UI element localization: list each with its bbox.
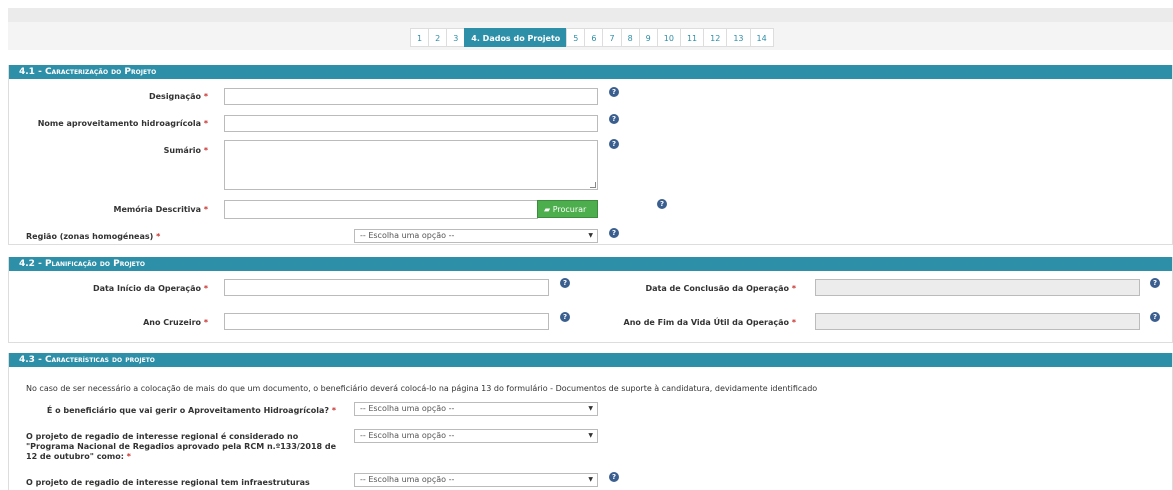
data-inicio-input[interactable]	[224, 279, 549, 296]
memoria-descritiva-input[interactable]	[224, 200, 538, 219]
sumario-label: Sumário *	[163, 146, 208, 155]
pager-step-12[interactable]: 12	[703, 28, 728, 47]
pager-step-13[interactable]: 13	[726, 28, 751, 47]
section-caracteristicas: 4.3 - Características do projeto	[8, 353, 1173, 490]
designacao-label: Designação *	[148, 92, 208, 101]
chevron-down-icon: ▼	[588, 232, 593, 239]
nome-aproveitamento-label: Nome aproveitamento hidroagrícola *	[37, 119, 208, 128]
data-conclusao-input[interactable]	[815, 279, 1140, 296]
designacao-input[interactable]	[224, 88, 598, 105]
help-icon[interactable]: ?	[1150, 312, 1160, 322]
ano-cruzeiro-label: Ano Cruzeiro *	[143, 318, 208, 327]
pager-step-7[interactable]: 7	[602, 28, 622, 47]
chevron-down-icon: ▼	[588, 432, 593, 439]
pager-step-4-active[interactable]: 4. Dados do Projeto	[464, 28, 568, 47]
pager-step-9[interactable]: 9	[638, 28, 658, 47]
section-title: 4.2 - Planificação do Projeto	[9, 257, 1172, 271]
pager-step-1[interactable]: 1	[410, 28, 430, 47]
regiao-select[interactable]: -- Escolha uma opção -- ▼	[354, 229, 598, 243]
procurar-button[interactable]: ▰ Procurar	[537, 200, 598, 218]
ano-fim-vida-input[interactable]	[815, 313, 1140, 330]
chevron-down-icon: ▼	[588, 476, 593, 483]
ano-fim-vida-label: Ano de Fim da Vida Útil da Operação *	[623, 318, 796, 327]
infraestruturas-select[interactable]: -- Escolha uma opção -- ▼	[354, 473, 598, 487]
programa-regadios-select[interactable]: -- Escolha uma opção -- ▼	[354, 429, 598, 443]
pager-step-2[interactable]: 2	[428, 28, 448, 47]
section-title: 4.3 - Características do projeto	[9, 353, 1172, 367]
sumario-textarea[interactable]	[224, 140, 598, 190]
help-icon[interactable]: ?	[560, 312, 570, 322]
data-conclusao-label: Data de Conclusão da Operação *	[645, 284, 797, 293]
chevron-down-icon: ▼	[588, 405, 593, 412]
step-pager: 1 2 3 4. Dados do Projeto 5 6 7 8 9 10 1…	[410, 28, 774, 47]
pager-step-6[interactable]: 6	[584, 28, 604, 47]
pager-step-14[interactable]: 14	[749, 28, 774, 47]
ano-cruzeiro-input[interactable]	[224, 313, 549, 330]
folder-open-icon: ▰	[544, 205, 551, 214]
programa-regadios-label: O projeto de regadio de interesse region…	[26, 432, 337, 461]
help-icon[interactable]: ?	[609, 472, 619, 482]
help-icon[interactable]: ?	[609, 228, 619, 238]
beneficiario-gerir-label: É o beneficiário que vai gerir o Aprovei…	[46, 406, 336, 415]
section-planificacao: 4.2 - Planificação do Projeto	[8, 257, 1173, 343]
pager-step-3[interactable]: 3	[446, 28, 466, 47]
pager-step-8[interactable]: 8	[620, 28, 640, 47]
data-inicio-label: Data Início da Operação *	[92, 284, 208, 293]
infraestruturas-label: O projeto de regadio de interesse region…	[26, 478, 310, 487]
pager-step-5[interactable]: 5	[566, 28, 586, 47]
documents-note: No caso de ser necessário a colocação de…	[26, 384, 818, 393]
help-icon[interactable]: ?	[609, 87, 619, 97]
help-icon[interactable]: ?	[657, 199, 667, 209]
help-icon[interactable]: ?	[609, 114, 619, 124]
top-bar	[8, 8, 1173, 22]
pager-step-11[interactable]: 11	[679, 28, 705, 47]
pager-step-10[interactable]: 10	[656, 28, 681, 47]
regiao-label: Região (zonas homogéneas) *	[26, 232, 161, 241]
beneficiario-gerir-select[interactable]: -- Escolha uma opção -- ▼	[354, 402, 598, 416]
help-icon[interactable]: ?	[609, 139, 619, 149]
help-icon[interactable]: ?	[1150, 278, 1160, 288]
section-title: 4.1 - Caracterização do Projeto	[9, 65, 1172, 79]
nome-aproveitamento-input[interactable]	[224, 115, 598, 132]
memoria-descritiva-label: Memória Descritiva *	[113, 205, 208, 214]
help-icon[interactable]: ?	[560, 278, 570, 288]
